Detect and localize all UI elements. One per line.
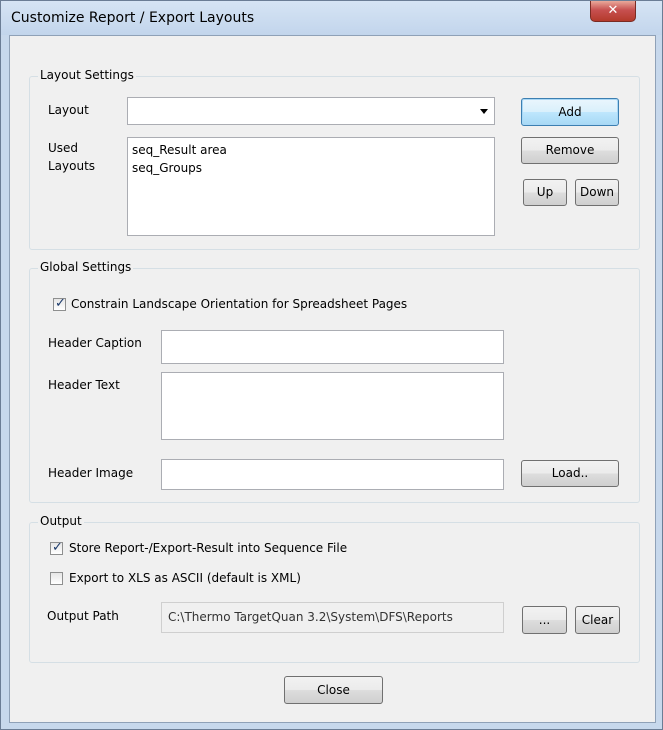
output-path-label: Output Path	[47, 609, 119, 623]
header-text-textarea[interactable]	[161, 372, 504, 440]
close-button[interactable]: Close	[284, 676, 383, 704]
load-button[interactable]: Load..	[521, 460, 619, 487]
header-caption-label: Header Caption	[48, 336, 142, 350]
header-image-label: Header Image	[48, 466, 134, 480]
window-close-button[interactable]: ✕	[590, 1, 636, 22]
export-xls-ascii-checkbox[interactable]	[50, 572, 63, 585]
store-result-label[interactable]: Store Report-/Export-Result into Sequenc…	[69, 541, 347, 555]
up-button[interactable]: Up	[523, 179, 567, 206]
add-button[interactable]: Add	[521, 98, 619, 126]
down-button[interactable]: Down	[575, 179, 619, 206]
add-button-label: Add	[558, 105, 582, 119]
used-layouts-label-line2: Layouts	[48, 159, 96, 173]
chevron-down-icon	[480, 109, 488, 114]
load-button-label: Load..	[551, 466, 589, 480]
global-settings-group-label: Global Settings	[38, 260, 134, 274]
header-text-label: Header Text	[48, 378, 120, 392]
clear-button-label: Clear	[581, 613, 614, 627]
output-group-label: Output	[38, 514, 84, 528]
remove-button-label: Remove	[545, 143, 595, 157]
output-path-value: C:\Thermo TargetQuan 3.2\System\DFS\Repo…	[168, 610, 453, 624]
used-layouts-label-line1: Used	[48, 141, 79, 155]
export-xls-ascii-label[interactable]: Export to XLS as ASCII (default is XML)	[69, 571, 301, 585]
header-image-input[interactable]	[161, 459, 504, 490]
up-button-label: Up	[536, 185, 554, 199]
layout-label: Layout	[48, 103, 89, 117]
constrain-landscape-checkbox[interactable]: ✓	[53, 296, 66, 311]
title-bar[interactable]: Customize Report / Export Layouts ✕	[1, 1, 662, 35]
global-settings-group: Global Settings ✓ Constrain Landscape Or…	[29, 260, 640, 503]
close-button-label: Close	[317, 683, 350, 697]
close-icon: ✕	[607, 3, 619, 18]
list-item[interactable]: seq_Result area	[128, 141, 494, 159]
header-caption-input[interactable]	[161, 330, 504, 364]
used-layouts-list[interactable]: seq_Result area seq_Groups	[127, 137, 495, 236]
remove-button[interactable]: Remove	[521, 137, 619, 164]
browse-button-label: ...	[538, 613, 551, 627]
dialog-client-area: Layout Settings Layout Used Layouts seq_…	[9, 35, 656, 723]
layout-settings-group: Layout Settings Layout Used Layouts seq_…	[29, 68, 640, 250]
list-item[interactable]: seq_Groups	[128, 159, 494, 177]
store-result-checkbox[interactable]: ✓	[50, 540, 63, 555]
checkmark-icon: ✓	[52, 540, 63, 555]
output-group: Output ✓ Store Report-/Export-Result int…	[29, 514, 640, 663]
window-title: Customize Report / Export Layouts	[11, 10, 255, 26]
down-button-label: Down	[579, 185, 614, 199]
dialog-window: Customize Report / Export Layouts ✕ Layo…	[0, 0, 663, 730]
constrain-landscape-label[interactable]: Constrain Landscape Orientation for Spre…	[71, 297, 407, 311]
clear-button[interactable]: Clear	[575, 606, 620, 634]
layout-combo[interactable]	[127, 97, 495, 125]
checkmark-icon: ✓	[55, 296, 66, 311]
browse-button[interactable]: ...	[522, 606, 567, 634]
layout-settings-group-label: Layout Settings	[38, 68, 136, 82]
output-path-field[interactable]: C:\Thermo TargetQuan 3.2\System\DFS\Repo…	[161, 602, 504, 633]
